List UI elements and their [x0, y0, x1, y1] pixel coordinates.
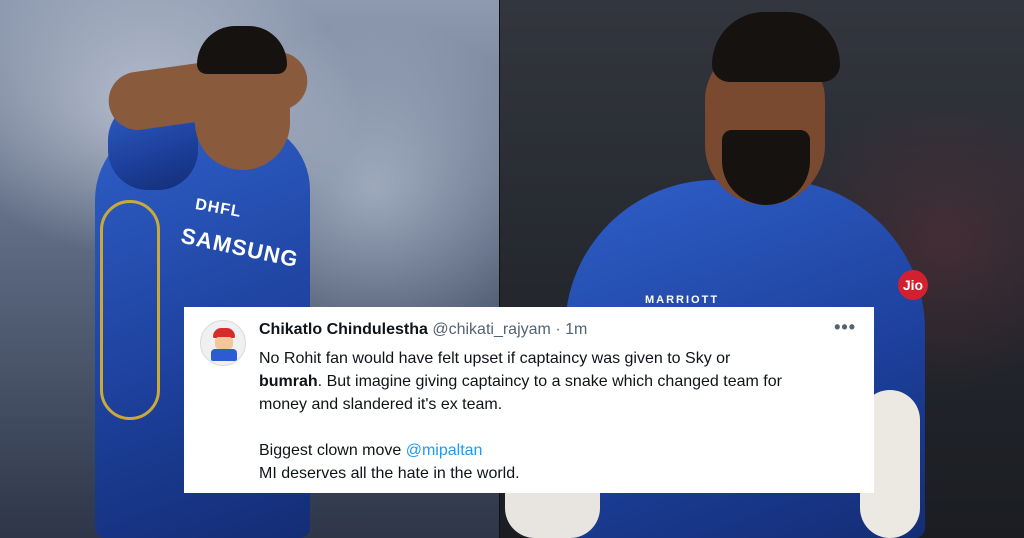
tweet-line-4-pre: Biggest clown move — [259, 442, 406, 459]
more-horizontal-icon[interactable]: ••• — [834, 317, 856, 338]
avatar[interactable] — [200, 320, 246, 366]
tweet-line-2: bumrah. But imagine giving captaincy to … — [259, 370, 859, 393]
header-separator: · — [555, 321, 561, 338]
tweet-line-3: money and slandered it's ex team. — [259, 396, 503, 413]
avatar-face — [215, 337, 233, 349]
bold-word: bumrah — [259, 373, 318, 390]
tweet-header: Chikatlo Chindulestha @chikati_rajyam · … — [259, 321, 587, 339]
mention-link[interactable]: @mipaltan — [406, 442, 483, 459]
display-name[interactable]: Chikatlo Chindulestha — [259, 321, 428, 338]
tweet-card[interactable]: Chikatlo Chindulestha @chikati_rajyam · … — [184, 307, 874, 493]
user-handle[interactable]: @chikati_rajyam — [432, 321, 551, 338]
tweet-timestamp[interactable]: 1m — [565, 321, 587, 338]
jersey-gold-trim — [100, 200, 160, 420]
avatar-shirt — [211, 349, 237, 361]
tweet-line-4: Biggest clown move @mipaltan — [259, 439, 859, 462]
tweet-line-5: MI deserves all the hate in the world. — [259, 465, 520, 482]
right-sleeve-logo: Jio — [898, 270, 928, 300]
right-jersey-sponsor: MARRIOTT — [645, 294, 720, 306]
tweet-line-1: No Rohit fan would have felt upset if ca… — [259, 350, 731, 367]
tweet-line-2-rest: . But imagine giving captaincy to a snak… — [317, 373, 782, 390]
tweet-text: No Rohit fan would have felt upset if ca… — [259, 347, 859, 485]
